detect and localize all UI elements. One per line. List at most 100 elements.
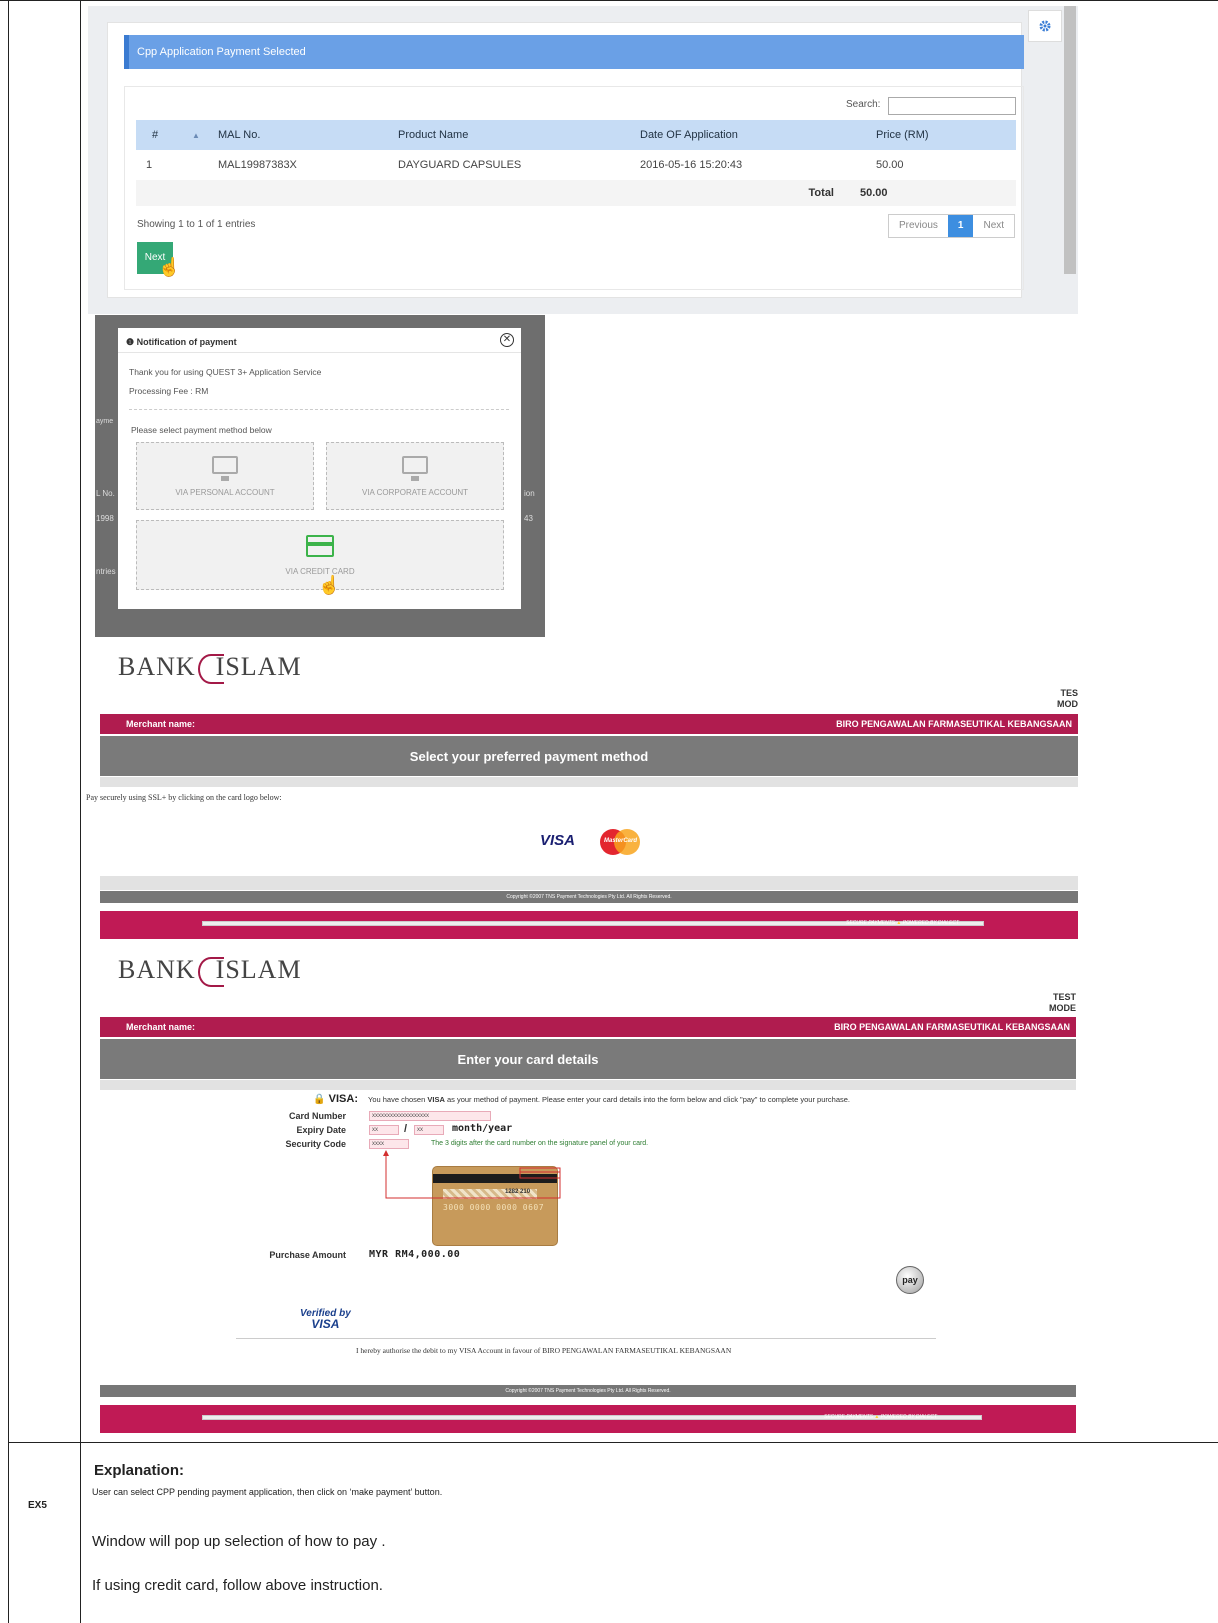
card-details-heading: Enter your card details	[100, 1039, 1076, 1079]
column-header-product-name[interactable]: Product Name	[392, 129, 632, 141]
column-header-index[interactable]: #	[136, 129, 192, 141]
table-border-left	[8, 0, 9, 1623]
ssl-text: Pay securely using SSL+ by clicking on t…	[86, 793, 282, 802]
merchant-label: Merchant name:	[126, 1022, 196, 1032]
info-icon: ❶	[126, 337, 137, 347]
security-code-field[interactable]: xxxx	[369, 1139, 409, 1149]
gear-icon	[1039, 20, 1051, 32]
merchant-bar: Merchant name: BIRO PENGAWALAN FARMASEUT…	[100, 714, 1078, 734]
modal-prompt-text: Please select payment method below	[131, 425, 272, 435]
explanation-line-1: User can select CPP pending payment appl…	[92, 1487, 443, 1497]
mastercard-label: MasterCard	[604, 838, 638, 844]
merchant-label: Merchant name:	[126, 719, 196, 729]
card-number-field[interactable]: xxxxxxxxxxxxxxxxxxx	[369, 1111, 491, 1121]
cell-price: 50.00	[876, 159, 904, 171]
purchase-amount-label: Purchase Amount	[269, 1250, 346, 1260]
hand-cursor-icon: ☝	[318, 575, 341, 595]
logo-bank-text: BANK	[118, 652, 196, 681]
explanation-title: Explanation:	[94, 1462, 185, 1479]
expiry-date-label: Expiry Date	[296, 1125, 346, 1135]
chosen-bold: VISA	[427, 1095, 445, 1104]
purchase-amount-value: MYR RM4,000.00	[369, 1249, 461, 1260]
secure-text: SECURE PAYMENTS	[824, 1414, 873, 1420]
modal-fee-text: Processing Fee : RM	[129, 386, 209, 396]
settings-button[interactable]	[1028, 10, 1062, 42]
expiry-month-field[interactable]: xx	[369, 1125, 399, 1135]
modal-title: ❶ Notification of payment	[126, 337, 237, 348]
column-header-price[interactable]: Price (RM)	[862, 129, 1012, 141]
secure-payments-label: SECURE PAYMENTS ▲ POWERED BY DIALECT	[824, 1414, 937, 1420]
expiry-year-field[interactable]: xx	[414, 1125, 444, 1135]
copyright-bar: Copyright ©2007 TNS Payment Technologies…	[100, 891, 1078, 903]
option-corporate-label: VIA CORPORATE ACCOUNT	[361, 487, 469, 497]
merchant-value: BIRO PENGAWALAN FARMASEUTIKAL KEBANGSAAN	[834, 1022, 1070, 1032]
table-row[interactable]: 1 MAL19987383X DAYGUARD CAPSULES 2016-05…	[136, 152, 1016, 178]
payment-method-heading: Select your preferred payment method	[100, 736, 1078, 776]
column-header-mal-no[interactable]: MAL No.	[214, 129, 392, 141]
secure-payments-label: SECURE PAYMENTS ▲ POWERED BY DIALECT	[846, 920, 959, 926]
explanation-line-2: Window will pop up selection of how to p…	[92, 1533, 386, 1550]
authorise-divider	[236, 1338, 936, 1339]
merchant-bar: Merchant name: BIRO PENGAWALAN FARMASEUT…	[100, 1017, 1076, 1037]
column-header-date[interactable]: Date OF Application	[632, 129, 862, 141]
total-value: 50.00	[860, 187, 888, 199]
chosen-pre: You have chosen	[368, 1095, 428, 1104]
security-code-label: Security Code	[285, 1139, 346, 1149]
padlock-icon: 🔒	[313, 1094, 329, 1105]
total-label: Total	[808, 187, 834, 199]
table-border-top	[0, 0, 1218, 1]
logo-islam-text: ISLAM	[215, 652, 302, 681]
visa-label-text: VISA:	[328, 1093, 358, 1105]
close-icon[interactable]: ✕	[500, 333, 514, 347]
verified-visa-text: VISA	[311, 1317, 340, 1331]
cell-date: 2016-05-16 15:20:43	[640, 159, 743, 171]
card-number-label: Card Number	[288, 1111, 346, 1121]
chosen-method-text: You have chosen VISA as your method of p…	[368, 1095, 1068, 1104]
monitor-icon	[402, 455, 428, 481]
pay-button[interactable]: pay	[896, 1266, 924, 1294]
background-label: ion	[524, 489, 535, 498]
explanation-line-3: If using credit card, follow above instr…	[92, 1577, 383, 1594]
pagination-next[interactable]: Next	[973, 215, 1015, 237]
background-label: ntries	[96, 567, 116, 576]
monitor-icon	[212, 455, 238, 481]
table-column-divider	[80, 0, 81, 1623]
total-row: Total 50.00	[136, 180, 1016, 206]
cell-index: 1	[146, 159, 153, 171]
modal-separator	[129, 409, 509, 410]
credit-card-icon	[306, 534, 334, 557]
sort-asc-icon[interactable]: ▲	[192, 131, 214, 140]
cell-product-name: DAYGUARD CAPSULES	[398, 159, 522, 171]
scrollbar[interactable]	[1064, 6, 1076, 274]
merchant-value: BIRO PENGAWALAN FARMASEUTIKAL KEBANGSAAN	[836, 719, 1072, 729]
verified-by-visa-logo: Verified by VISA	[300, 1308, 351, 1330]
pagination-previous[interactable]: Previous	[889, 215, 948, 237]
powered-text: POWERED BY DIALECT	[902, 920, 960, 926]
pagination-page-1[interactable]: 1	[947, 215, 974, 237]
background-label: 1998	[96, 514, 114, 523]
test-mode-line: TES	[1060, 688, 1078, 698]
background-label: 43	[524, 514, 533, 523]
table-row-divider	[8, 1442, 1218, 1443]
modal-thanks-text: Thank you for using QUEST 3+ Application…	[129, 367, 322, 377]
cell-mal-no: MAL19987383X	[218, 159, 297, 171]
heading-underbar	[100, 1080, 1076, 1090]
modal-divider	[118, 352, 521, 353]
test-mode-label: TES MOD	[1040, 688, 1078, 710]
test-mode-line: MOD	[1057, 699, 1078, 709]
security-code-hint: The 3 digits after the card number on th…	[431, 1140, 649, 1147]
search-label: Search:	[846, 99, 881, 110]
search-input[interactable]	[888, 97, 1016, 115]
option-corporate-account[interactable]: VIA CORPORATE ACCOUNT	[326, 442, 504, 510]
cvv-pointer-line	[383, 1150, 561, 1199]
mastercard-logo-button[interactable]: MasterCard	[600, 829, 640, 855]
test-mode-line: TEST	[1052, 992, 1076, 1002]
background-label: ayme	[96, 418, 114, 425]
background-label: L No.	[96, 489, 115, 498]
powered-text: POWERED BY DIALECT	[880, 1414, 938, 1420]
option-personal-account[interactable]: VIA PERSONAL ACCOUNT	[136, 442, 314, 510]
copyright-bar: Copyright ©2007 TNS Payment Technologies…	[100, 1385, 1076, 1397]
test-mode-line: MODE	[1049, 1003, 1076, 1013]
visa-logo-button[interactable]: VISA	[540, 832, 575, 849]
bank-islam-logo: BANK ISLAM	[118, 955, 302, 988]
